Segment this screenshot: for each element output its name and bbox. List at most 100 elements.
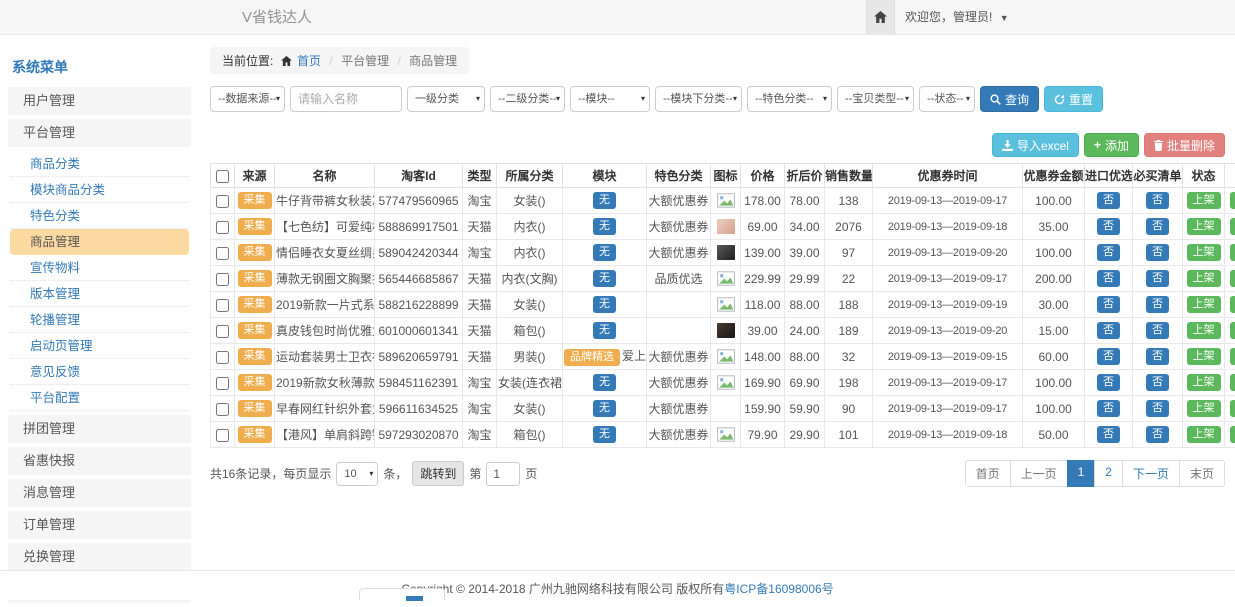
status-badge[interactable]: 上架 xyxy=(1187,374,1221,391)
module-badge[interactable]: 无 xyxy=(593,192,616,209)
icp-link[interactable]: 粤ICP备16098006号 xyxy=(724,582,833,596)
status-badge[interactable]: 上架 xyxy=(1187,270,1221,287)
must-buy-toggle[interactable]: 否 xyxy=(1146,296,1169,313)
sidebar-item-platform-management[interactable]: 平台管理 xyxy=(8,119,191,147)
import-select-toggle[interactable]: 否 xyxy=(1097,192,1120,209)
jump-button[interactable]: 跳转到 xyxy=(412,461,464,486)
item-type-select[interactable]: --宝贝类型--▾ xyxy=(837,86,914,112)
module-subcategory-select[interactable]: --模块下分类--▾ xyxy=(655,86,742,112)
status-badge[interactable]: 上架 xyxy=(1187,322,1221,339)
edit-button[interactable] xyxy=(1230,400,1235,417)
feature-category-select[interactable]: --特色分类--▾ xyxy=(747,86,832,112)
import-select-toggle[interactable]: 否 xyxy=(1097,322,1120,339)
sidebar-subitem-promo-materials[interactable]: 宣传物料 xyxy=(10,255,189,281)
module-badge[interactable]: 无 xyxy=(593,296,616,313)
sidebar-subitem-product-management[interactable]: 商品管理 xyxy=(10,229,189,255)
row-checkbox[interactable] xyxy=(216,247,229,260)
sidebar-item-message-management[interactable]: 消息管理 xyxy=(8,479,191,507)
pager-page-1[interactable]: 1 xyxy=(1067,460,1096,487)
status-badge[interactable]: 上架 xyxy=(1187,244,1221,261)
must-buy-toggle[interactable]: 否 xyxy=(1146,374,1169,391)
sidebar-subitem-feature-category[interactable]: 特色分类 xyxy=(10,203,189,229)
status-badge[interactable]: 上架 xyxy=(1187,218,1221,235)
import-select-toggle[interactable]: 否 xyxy=(1097,218,1120,235)
pager-first[interactable]: 首页 xyxy=(965,460,1011,487)
row-checkbox[interactable] xyxy=(216,325,229,338)
must-buy-toggle[interactable]: 否 xyxy=(1146,218,1169,235)
edit-button[interactable] xyxy=(1230,270,1235,287)
batch-delete-button[interactable]: 批量删除 xyxy=(1144,133,1225,157)
edit-button[interactable] xyxy=(1230,218,1235,235)
clipped-widget-button[interactable] xyxy=(406,596,423,601)
edit-button[interactable] xyxy=(1230,348,1235,365)
must-buy-toggle[interactable]: 否 xyxy=(1146,348,1169,365)
edit-button[interactable] xyxy=(1230,192,1235,209)
row-checkbox[interactable] xyxy=(216,195,229,208)
sidebar-item-user-management[interactable]: 用户管理 xyxy=(8,87,191,115)
row-checkbox[interactable] xyxy=(216,429,229,442)
import-select-toggle[interactable]: 否 xyxy=(1097,374,1120,391)
level2-category-select[interactable]: --二级分类--▾ xyxy=(490,86,565,112)
import-excel-button[interactable]: 导入excel xyxy=(992,133,1079,157)
search-button[interactable]: 查询 xyxy=(980,86,1039,112)
breadcrumb-home-link[interactable]: 首页 xyxy=(297,54,321,68)
status-badge[interactable]: 上架 xyxy=(1187,426,1221,443)
sidebar-subitem-splash-page-management[interactable]: 启动页管理 xyxy=(10,333,189,359)
must-buy-toggle[interactable]: 否 xyxy=(1146,426,1169,443)
row-checkbox[interactable] xyxy=(216,351,229,364)
sidebar-subitem-product-category[interactable]: 商品分类 xyxy=(10,151,189,177)
must-buy-toggle[interactable]: 否 xyxy=(1146,322,1169,339)
module-badge[interactable]: 无 xyxy=(593,244,616,261)
row-checkbox[interactable] xyxy=(216,273,229,286)
import-select-toggle[interactable]: 否 xyxy=(1097,270,1120,287)
row-checkbox[interactable] xyxy=(216,377,229,390)
row-checkbox[interactable] xyxy=(216,403,229,416)
must-buy-toggle[interactable]: 否 xyxy=(1146,270,1169,287)
status-badge[interactable]: 上架 xyxy=(1187,192,1221,209)
select-all-checkbox[interactable] xyxy=(216,170,229,183)
edit-button[interactable] xyxy=(1230,374,1235,391)
pager-prev[interactable]: 上一页 xyxy=(1010,460,1068,487)
edit-button[interactable] xyxy=(1230,426,1235,443)
data-source-select[interactable]: --数据来源--▾ xyxy=(210,86,285,112)
sidebar-item-group-buy-management[interactable]: 拼团管理 xyxy=(8,415,191,443)
page-number-input[interactable] xyxy=(486,462,520,486)
module-badge[interactable]: 无 xyxy=(593,426,616,443)
sidebar-item-exchange-management[interactable]: 兑换管理 xyxy=(8,543,191,571)
pager-page-2[interactable]: 2 xyxy=(1094,460,1123,487)
row-checkbox[interactable] xyxy=(216,221,229,234)
module-badge[interactable]: 无 xyxy=(593,322,616,339)
must-buy-toggle[interactable]: 否 xyxy=(1146,192,1169,209)
sidebar-item-saving-news[interactable]: 省惠快报 xyxy=(8,447,191,475)
import-select-toggle[interactable]: 否 xyxy=(1097,296,1120,313)
import-select-toggle[interactable]: 否 xyxy=(1097,244,1120,261)
home-button[interactable] xyxy=(866,0,895,34)
row-checkbox[interactable] xyxy=(216,299,229,312)
sidebar-subitem-feedback[interactable]: 意见反馈 xyxy=(10,359,189,385)
add-button[interactable]: + 添加 xyxy=(1084,133,1139,157)
module-select[interactable]: --模块--▾ xyxy=(570,86,650,112)
edit-button[interactable] xyxy=(1230,322,1235,339)
must-buy-toggle[interactable]: 否 xyxy=(1146,400,1169,417)
reset-button[interactable]: 重置 xyxy=(1044,86,1103,112)
name-search-input[interactable] xyxy=(290,86,402,112)
sidebar-subitem-version-management[interactable]: 版本管理 xyxy=(10,281,189,307)
pager-next[interactable]: 下一页 xyxy=(1122,460,1180,487)
status-badge[interactable]: 上架 xyxy=(1187,296,1221,313)
must-buy-toggle[interactable]: 否 xyxy=(1146,244,1169,261)
import-select-toggle[interactable]: 否 xyxy=(1097,348,1120,365)
module-badge[interactable]: 无 xyxy=(593,400,616,417)
module-badge[interactable]: 无 xyxy=(593,270,616,287)
edit-button[interactable] xyxy=(1230,296,1235,313)
user-menu[interactable]: 欢迎您，管理员! ▼ xyxy=(905,0,1009,36)
module-badge[interactable]: 无 xyxy=(593,218,616,235)
sidebar-subitem-module-product-category[interactable]: 模块商品分类 xyxy=(10,177,189,203)
status-badge[interactable]: 上架 xyxy=(1187,400,1221,417)
sidebar-subitem-platform-config[interactable]: 平台配置 xyxy=(10,385,189,411)
level1-category-select[interactable]: 一级分类▾ xyxy=(407,86,485,112)
per-page-select[interactable]: 10▾ xyxy=(336,462,378,486)
sidebar-subitem-carousel-management[interactable]: 轮播管理 xyxy=(10,307,189,333)
module-badge[interactable]: 无 xyxy=(593,374,616,391)
import-select-toggle[interactable]: 否 xyxy=(1097,400,1120,417)
sidebar-item-order-management[interactable]: 订单管理 xyxy=(8,511,191,539)
